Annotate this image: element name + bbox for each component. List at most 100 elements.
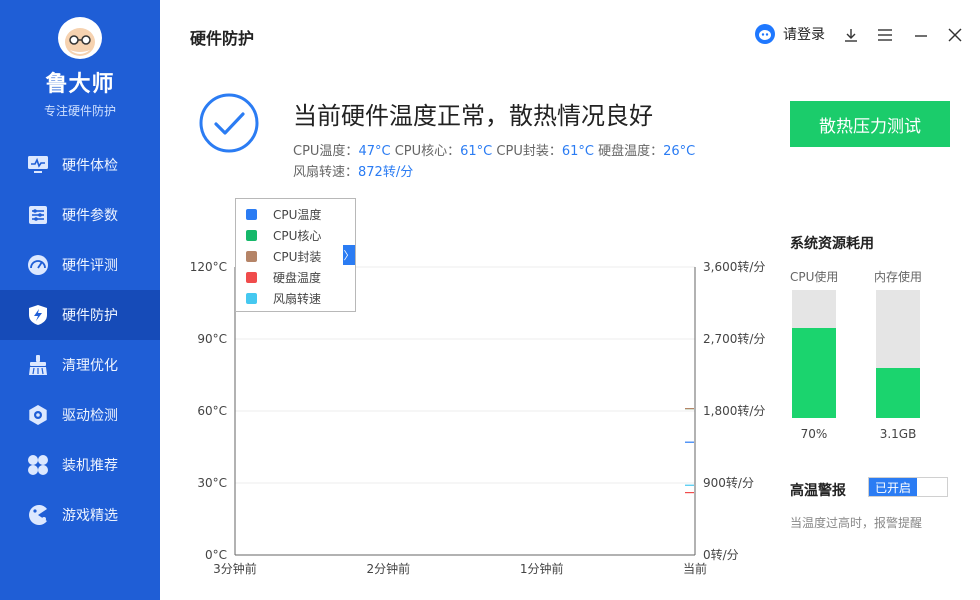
download-button[interactable]	[840, 24, 862, 46]
cpu-core-label: CPU核心：	[395, 144, 460, 159]
sidebar-item-label: 硬件体检	[62, 155, 118, 175]
sidebar-item-label: 驱动检测	[62, 405, 118, 425]
close-button[interactable]	[944, 24, 966, 46]
sliders-icon	[26, 203, 50, 227]
sidebar-item-hardware-protection[interactable]: 硬件防护	[0, 290, 160, 340]
legend-label: CPU封装	[273, 248, 321, 265]
legend-swatch	[246, 230, 257, 241]
sidebar-item-label: 硬件评测	[62, 255, 118, 275]
legend-swatch	[246, 293, 257, 304]
sidebar-item-hardware-check[interactable]: 硬件体检	[0, 140, 160, 190]
y-left-tick-label: 90°C	[197, 332, 227, 346]
sidebar-item-build-recommend[interactable]: 装机推荐	[0, 440, 160, 490]
y-right-tick-label: 1,800转/分	[703, 403, 765, 418]
sidebar-item-game-picks[interactable]: 游戏精选	[0, 490, 160, 540]
sidebar-item-label: 清理优化	[62, 355, 118, 375]
sidebar-item-hardware-benchmark[interactable]: 硬件评测	[0, 240, 160, 290]
minimize-button[interactable]	[910, 24, 932, 46]
high-temp-alarm-toggle[interactable]: 已开启	[868, 477, 948, 497]
app-name: 鲁大师	[0, 66, 160, 98]
cpu-temp-label: CPU温度：	[293, 144, 358, 159]
disk-temp-value: 26°C	[663, 144, 695, 159]
cpu-package-label: CPU封装：	[496, 144, 561, 159]
legend-item-cpu-temp[interactable]: CPU温度	[246, 204, 355, 225]
sidebar-item-label: 装机推荐	[62, 455, 118, 475]
legend-swatch	[246, 272, 257, 283]
y-left-tick-label: 60°C	[197, 404, 227, 418]
gear-icon	[26, 403, 50, 427]
legend-label: CPU温度	[273, 206, 321, 223]
fan-speed-label: 风扇转速：	[293, 165, 358, 180]
y-left-tick-label: 120°C	[190, 260, 227, 274]
temperature-readout: CPU温度：47°C CPU核心：61°C CPU封装：61°C 硬盘温度：26…	[293, 140, 695, 159]
legend-item-disk-temp[interactable]: 硬盘温度	[246, 267, 355, 288]
minimize-icon	[913, 27, 929, 43]
menu-button[interactable]	[874, 24, 896, 46]
fan-speed-value: 872转/分	[358, 165, 413, 180]
chevron-right-icon: 〉	[344, 247, 355, 263]
sidebar-item-hardware-params[interactable]: 硬件参数	[0, 190, 160, 240]
sidebar-item-label: 硬件参数	[62, 205, 118, 225]
cpu-usage-label: CPU使用	[790, 268, 838, 285]
sidebar-item-label: 硬件防护	[62, 305, 118, 325]
memory-usage-label: 内存使用	[874, 268, 922, 285]
logo-mascot-icon	[52, 12, 108, 62]
y-left-tick-label: 30°C	[197, 476, 227, 490]
y-right-tick-label: 0转/分	[703, 547, 739, 562]
sidebar-item-driver-check[interactable]: 驱动检测	[0, 390, 160, 440]
legend-label: 风扇转速	[273, 290, 321, 307]
legend-label: 硬盘温度	[273, 269, 321, 286]
grid-icon	[26, 453, 50, 477]
legend-item-fan-speed[interactable]: 风扇转速	[246, 288, 355, 309]
sidebar-item-cleanup[interactable]: 清理优化	[0, 340, 160, 390]
resources-title: 系统资源耗用	[790, 233, 874, 253]
legend-swatch	[246, 251, 257, 262]
check-circle-icon	[198, 92, 260, 154]
legend-collapse-button[interactable]: 〉	[343, 245, 355, 265]
fan-readout: 风扇转速：872转/分	[293, 161, 413, 180]
app-window: 鲁大师 专注硬件防护 硬件体检 硬件参数 硬件评测	[0, 0, 980, 600]
memory-usage-fill	[876, 368, 920, 418]
download-icon	[843, 27, 859, 43]
memory-usage-value: 3.1GB	[876, 427, 920, 441]
app-logo: 鲁大师 专注硬件防护	[0, 12, 160, 119]
x-tick-label: 2分钟前	[367, 561, 411, 576]
legend-label: CPU核心	[273, 227, 321, 244]
cpu-usage-bar	[792, 290, 836, 418]
shield-bolt-icon	[26, 303, 50, 327]
gamepad-icon	[26, 503, 50, 527]
high-temp-alarm-title: 高温警报	[790, 480, 846, 500]
status-title: 当前硬件温度正常，散热情况良好	[293, 96, 653, 131]
close-icon	[947, 27, 963, 43]
monitor-icon	[26, 153, 50, 177]
page-title: 硬件防护	[190, 25, 254, 49]
login-label: 请登录	[783, 24, 825, 44]
sidebar: 鲁大师 专注硬件防护 硬件体检 硬件参数 硬件评测	[0, 0, 160, 600]
legend-item-cpu-core[interactable]: CPU核心	[246, 225, 355, 246]
y-right-tick-label: 900转/分	[703, 475, 754, 490]
user-avatar-icon	[755, 24, 775, 44]
sidebar-item-label: 游戏精选	[62, 505, 118, 525]
x-tick-label: 1分钟前	[520, 561, 564, 576]
cpu-core-value: 61°C	[460, 144, 492, 159]
x-tick-label: 3分钟前	[213, 561, 257, 576]
high-temp-alarm-desc: 当温度过高时，报警提醒	[790, 514, 922, 531]
y-right-tick-label: 2,700转/分	[703, 331, 765, 346]
cpu-package-value: 61°C	[562, 144, 594, 159]
broom-icon	[26, 353, 50, 377]
sidebar-nav: 硬件体检 硬件参数 硬件评测 硬件防护	[0, 140, 160, 540]
legend-item-cpu-package[interactable]: CPU封装	[246, 246, 355, 267]
login-button[interactable]: 请登录	[755, 24, 825, 44]
cpu-temp-value: 47°C	[358, 144, 390, 159]
y-right-tick-label: 3,600转/分	[703, 259, 765, 274]
x-tick-label: 当前	[683, 561, 707, 576]
toggle-on-label: 已开启	[869, 478, 917, 496]
legend-swatch	[246, 209, 257, 220]
stress-test-button[interactable]: 散热压力测试	[790, 101, 950, 147]
y-left-tick-label: 0°C	[205, 548, 227, 562]
speedometer-icon	[26, 253, 50, 277]
cpu-usage-fill	[792, 328, 836, 418]
top-bar: 硬件防护 请登录	[160, 0, 980, 70]
chart-legend: CPU温度 CPU核心 CPU封装 硬盘温度 风扇转速	[235, 198, 356, 312]
disk-temp-label: 硬盘温度：	[598, 144, 663, 159]
